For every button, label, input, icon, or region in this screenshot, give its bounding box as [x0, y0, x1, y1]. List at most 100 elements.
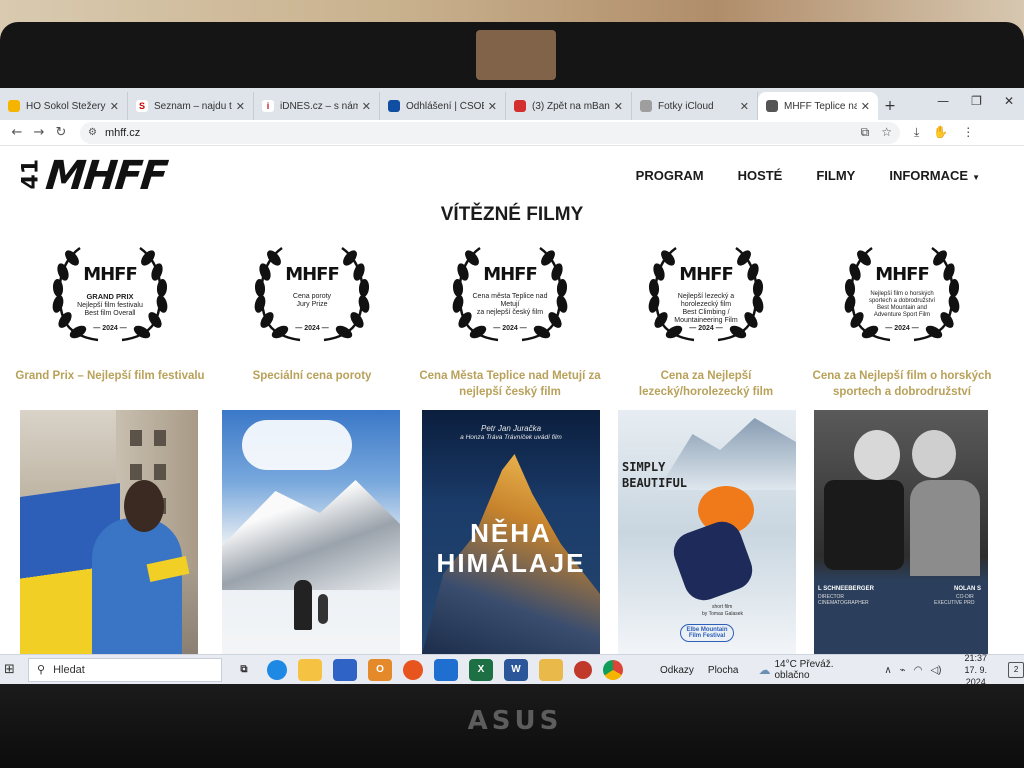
laurel-year: — 2024 —: [93, 325, 127, 332]
toolbar-links[interactable]: Odkazy: [660, 665, 694, 676]
close-icon[interactable]: ✕: [362, 100, 371, 113]
edge-icon[interactable]: [267, 659, 287, 680]
tab-label: Odhlášení | ČSOB: [406, 100, 484, 112]
tab-label: Fotky iCloud: [658, 100, 714, 112]
close-icon[interactable]: ✕: [488, 100, 497, 113]
task-view-icon[interactable]: ⧉: [232, 659, 256, 681]
url-actions: ⧉ ☆: [861, 125, 892, 140]
clock[interactable]: 21:37 17. 9. 2024: [953, 652, 998, 684]
reload-icon[interactable]: ↻: [50, 125, 72, 140]
tab-favicon-icon: [514, 100, 526, 112]
film-poster[interactable]: [222, 410, 400, 654]
close-icon[interactable]: ✕: [861, 100, 870, 113]
film-poster[interactable]: Petr Jan Juračka a Honza Tráva Trávníček…: [422, 410, 600, 654]
search-placeholder: Hledat: [53, 663, 85, 676]
close-icon[interactable]: ✕: [614, 100, 623, 113]
weather-text: 14°C Převáž. oblačno: [774, 659, 834, 681]
store-icon[interactable]: [333, 658, 357, 681]
clock-date: 17. 9. 2024: [964, 665, 988, 684]
nav-item-program[interactable]: PROGRAM: [636, 168, 704, 183]
forward-icon[interactable]: →: [28, 125, 50, 140]
nav-item-hoste[interactable]: HOSTÉ: [738, 168, 783, 183]
url-text: mhff.cz: [104, 126, 141, 139]
firefox-icon[interactable]: [403, 659, 423, 680]
folder-icon[interactable]: [539, 658, 563, 681]
maximize-icon[interactable]: ❐: [971, 94, 982, 108]
word-icon[interactable]: W: [504, 658, 528, 681]
laurel-badge: MHFF Cena města Teplice nad Metují za ne…: [420, 242, 600, 344]
card-title[interactable]: Cena Města Teplice nad Metují za nejlepš…: [410, 368, 610, 400]
outlook-icon[interactable]: O: [368, 658, 392, 681]
clock-time: 21:37: [964, 653, 988, 663]
nav-item-informace[interactable]: INFORMACE ▼: [889, 168, 980, 183]
weather-widget[interactable]: ☁ 14°C Převáž. oblačno: [758, 659, 870, 681]
window-controls: — ❐ ✕: [937, 94, 1014, 108]
browser-tab-active[interactable]: MHFF Teplice nad M ✕: [758, 92, 878, 120]
back-icon[interactable]: ←: [6, 125, 28, 140]
tab-label: HO Sokol Stežery: [26, 100, 106, 112]
cast-icon[interactable]: ⧉: [861, 125, 870, 140]
browser-tab[interactable]: S Seznam – najdu tam ✕: [128, 92, 254, 120]
extensions-icon[interactable]: ✋: [933, 125, 948, 140]
site-logo[interactable]: 41 MHFF: [18, 153, 169, 199]
minimize-icon[interactable]: —: [937, 94, 949, 108]
browser-tab[interactable]: i iDNES.cz – s námi v ✕: [254, 92, 380, 120]
notification-icon[interactable]: 2: [1008, 662, 1024, 678]
network-icon[interactable]: ⌁: [900, 665, 906, 676]
cloud-shape: [242, 420, 352, 470]
browser-tabstrip: HO Sokol Stežery ✕ S Seznam – najdu tam …: [0, 88, 1024, 120]
volume-icon[interactable]: ◁): [930, 665, 941, 676]
laurel-logo: MHFF: [483, 264, 538, 285]
close-icon[interactable]: ✕: [236, 100, 245, 113]
climber-shape: [294, 580, 312, 630]
person-jacket-shape: [92, 518, 182, 654]
download-icon[interactable]: ⤓: [914, 125, 919, 140]
file-explorer-icon[interactable]: [298, 658, 322, 681]
logo-number: 41: [18, 158, 44, 189]
film-poster[interactable]: [20, 410, 198, 654]
teamviewer-icon[interactable]: [434, 658, 458, 681]
browser-toolbar: ⤓ ✋ ⋮: [914, 125, 974, 140]
wifi-icon[interactable]: ◠: [914, 665, 923, 676]
tab-favicon-icon: [766, 100, 778, 112]
app-icon[interactable]: [574, 660, 592, 679]
browser-tab[interactable]: Fotky iCloud ✕: [632, 92, 758, 120]
excel-icon[interactable]: X: [469, 658, 493, 681]
card-title[interactable]: Cena za Nejlepší film o horských sportec…: [802, 368, 1002, 400]
website: 41 MHFF PROGRAM HOSTÉ FILMY INFORMACE ▼ V…: [0, 146, 1024, 654]
url-input[interactable]: ⚙ mhff.cz ⧉ ☆: [80, 121, 900, 144]
browser-tab[interactable]: (3) Zpět na mBank.cz ✕: [506, 92, 632, 120]
close-icon[interactable]: ✕: [740, 100, 749, 113]
award-line: Cena města Teplice nad Metují: [472, 293, 548, 308]
chrome-icon[interactable]: [603, 659, 623, 680]
taskbar-search-input[interactable]: ⚲ Hledat: [28, 657, 222, 682]
film-poster[interactable]: L SCHNEEBERGER DIRECTOR CINEMATOGRAPHER …: [814, 410, 988, 654]
menu-icon[interactable]: ⋮: [962, 125, 974, 140]
award-line: Best film Overall: [84, 310, 136, 317]
bookmark-star-icon[interactable]: ☆: [881, 125, 892, 140]
card-title[interactable]: Cena za Nejlepší lezecký/horolezecký fil…: [606, 368, 806, 400]
nav-item-filmy[interactable]: FILMY: [816, 168, 855, 183]
windows-start-icon[interactable]: ⊞: [4, 662, 22, 677]
poster-title: HIMÁLAJE: [436, 548, 586, 578]
climber-body-shape: [668, 516, 758, 606]
film-poster[interactable]: SIMPLY BEAUTIFUL short film by Tomas Gal…: [618, 410, 796, 654]
weather-cloud-icon: ☁: [758, 663, 771, 677]
tab-label: iDNES.cz – s námi v: [280, 100, 358, 112]
tab-favicon-icon: S: [136, 100, 148, 112]
browser-tab[interactable]: HO Sokol Stežery ✕: [0, 92, 128, 120]
award-line: Nejlepší film festivalu: [77, 302, 143, 309]
close-window-icon[interactable]: ✕: [1004, 94, 1014, 108]
browser-tab[interactable]: Odhlášení | ČSOB ✕: [380, 92, 506, 120]
section-title: VÍTĚZNÉ FILMY: [440, 204, 584, 225]
card-title[interactable]: Grand Prix – Nejlepší film festivalu: [10, 368, 210, 384]
new-tab-button[interactable]: +: [878, 92, 902, 120]
poster-festival-badge: Elbe Mountain Film Festival: [680, 624, 734, 642]
chevron-up-icon[interactable]: ∧: [884, 665, 891, 676]
card-title[interactable]: Speciální cena poroty: [212, 368, 412, 384]
toolbar-desktop[interactable]: Plocha: [708, 665, 739, 676]
laurel-year: — 2024 —: [885, 325, 919, 332]
chevron-down-icon: ▼: [972, 173, 980, 182]
site-info-icon[interactable]: ⚙: [88, 127, 97, 138]
close-icon[interactable]: ✕: [110, 100, 119, 113]
